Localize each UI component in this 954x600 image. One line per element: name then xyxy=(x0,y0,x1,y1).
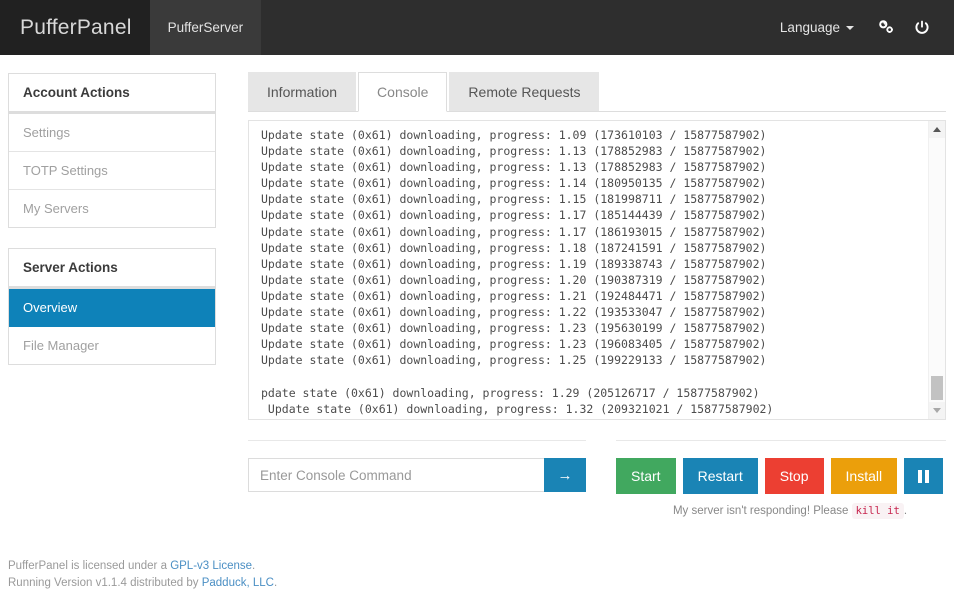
language-dropdown[interactable]: Language xyxy=(766,0,868,55)
page-content: Account Actions Settings TOTP Settings M… xyxy=(0,55,954,545)
console-command-input[interactable] xyxy=(248,458,544,492)
gpl-license-link[interactable]: GPL-v3 License xyxy=(170,560,252,572)
kill-note-prefix: My server isn't responding! Please xyxy=(672,505,849,517)
console-line: Update state (0x61) downloading, progres… xyxy=(261,288,767,303)
console-line: Update state (0x61) downloading, progres… xyxy=(261,240,767,255)
command-input-group: → xyxy=(248,458,586,492)
scroll-up-glyph xyxy=(933,127,941,132)
console-controls-row: → Start Restart Stop Install My server i… xyxy=(248,440,946,519)
sidebar-item-my-servers[interactable]: My Servers xyxy=(9,190,215,227)
console-line: Update state (0x61) downloading, progres… xyxy=(261,176,767,191)
sidebar-item-overview[interactable]: Overview xyxy=(9,289,215,327)
cogs-icon[interactable] xyxy=(868,0,904,55)
scrollbar-track[interactable] xyxy=(929,138,945,402)
account-actions-list: Settings TOTP Settings My Servers xyxy=(8,113,216,228)
top-navbar: PufferPanel PufferServer Language xyxy=(0,0,954,55)
server-actions-column: Start Restart Stop Install My server isn… xyxy=(616,440,946,519)
footer-version-prefix: Running Version v1.1.4 distributed by xyxy=(8,577,199,589)
tab-remote-requests[interactable]: Remote Requests xyxy=(449,72,600,111)
console-line: Update state (0x61) downloading, progres… xyxy=(261,417,928,419)
account-actions-panel: Account Actions xyxy=(8,73,216,113)
console-line: Update state (0x61) downloading, progres… xyxy=(261,305,767,320)
console-line: pdate state (0x61) downloading, progress… xyxy=(261,385,760,400)
chevron-down-icon xyxy=(846,25,854,30)
console-line: Update state (0x61) downloading, progres… xyxy=(261,401,774,416)
account-actions-heading: Account Actions xyxy=(9,74,215,112)
console-line: Update state (0x61) downloading, progres… xyxy=(261,337,767,352)
console-line: Update state (0x61) downloading, progres… xyxy=(261,321,767,336)
tab-information[interactable]: Information xyxy=(248,72,357,111)
footer-license-suffix: . xyxy=(252,560,256,572)
kill-server-note: My server isn't responding! Please kill … xyxy=(616,503,946,519)
sidebar-item-settings[interactable]: Settings xyxy=(9,114,215,152)
page-footer: PufferPanel is licensed under a GPL-v3 L… xyxy=(8,558,277,592)
start-button[interactable]: Start xyxy=(616,458,676,494)
scroll-down-arrow-icon[interactable] xyxy=(929,402,945,419)
console-line: Update state (0x61) downloading, progres… xyxy=(261,256,767,271)
brand-logo[interactable]: PufferPanel xyxy=(0,0,150,55)
sidebar-item-totp-settings[interactable]: TOTP Settings xyxy=(9,152,215,190)
sidebar-item-file-manager[interactable]: File Manager xyxy=(9,327,215,364)
command-divider xyxy=(248,440,586,441)
install-button[interactable]: Install xyxy=(830,458,898,494)
console-line: Update state (0x61) downloading, progres… xyxy=(261,144,767,159)
actions-divider xyxy=(616,440,946,441)
console-line: Update state (0x61) downloading, progres… xyxy=(261,128,767,142)
console-scrollbar[interactable] xyxy=(928,121,945,419)
send-command-button[interactable]: → xyxy=(544,458,586,492)
footer-license-prefix: PufferPanel is licensed under a xyxy=(8,560,167,572)
tab-bar: Information Console Remote Requests xyxy=(248,72,946,112)
padduck-link[interactable]: Padduck, LLC xyxy=(202,577,274,589)
main-panel: Information Console Remote Requests Upda… xyxy=(248,72,946,519)
language-dropdown-label: Language xyxy=(779,20,840,35)
server-actions-heading: Server Actions xyxy=(9,249,215,287)
pause-icon xyxy=(918,469,930,483)
stop-button[interactable]: Stop xyxy=(764,458,824,494)
console-line: Update state (0x61) downloading, progres… xyxy=(261,224,767,239)
server-actions-panel: Server Actions xyxy=(8,248,216,288)
restart-button[interactable]: Restart xyxy=(682,458,758,494)
footer-version-suffix: . xyxy=(273,577,278,589)
console-line: Update state (0x61) downloading, progres… xyxy=(261,160,767,175)
console-line: Update state (0x61) downloading, progres… xyxy=(261,208,767,223)
tab-console[interactable]: Console xyxy=(358,72,448,112)
nav-item-pufferserver[interactable]: PufferServer xyxy=(149,0,262,55)
navbar-right-group: Language xyxy=(766,0,954,55)
kill-it-link[interactable]: kill it xyxy=(851,503,904,519)
command-column: → xyxy=(248,440,586,517)
console-line: Update state (0x61) downloading, progres… xyxy=(261,192,767,207)
console-output: Update state (0x61) downloading, progres… xyxy=(249,121,928,419)
pause-button[interactable] xyxy=(904,458,944,494)
kill-note-suffix: . xyxy=(903,505,908,517)
console-line: Update state (0x61) downloading, progres… xyxy=(261,272,767,287)
footer-license-line: PufferPanel is licensed under a GPL-v3 L… xyxy=(8,558,277,575)
sidebar: Account Actions Settings TOTP Settings M… xyxy=(8,73,216,385)
console-output-container: Update state (0x61) downloading, progres… xyxy=(248,120,946,420)
server-action-buttons: Start Restart Stop Install xyxy=(616,458,946,494)
console-line: Update state (0x61) downloading, progres… xyxy=(261,353,767,368)
scroll-up-arrow-icon[interactable] xyxy=(929,121,945,138)
footer-version-line: Running Version v1.1.4 distributed by Pa… xyxy=(8,575,277,592)
scroll-down-glyph xyxy=(933,408,941,413)
power-off-icon[interactable] xyxy=(904,0,940,55)
scrollbar-thumb[interactable] xyxy=(931,376,943,400)
server-actions-list: Overview File Manager xyxy=(8,288,216,365)
